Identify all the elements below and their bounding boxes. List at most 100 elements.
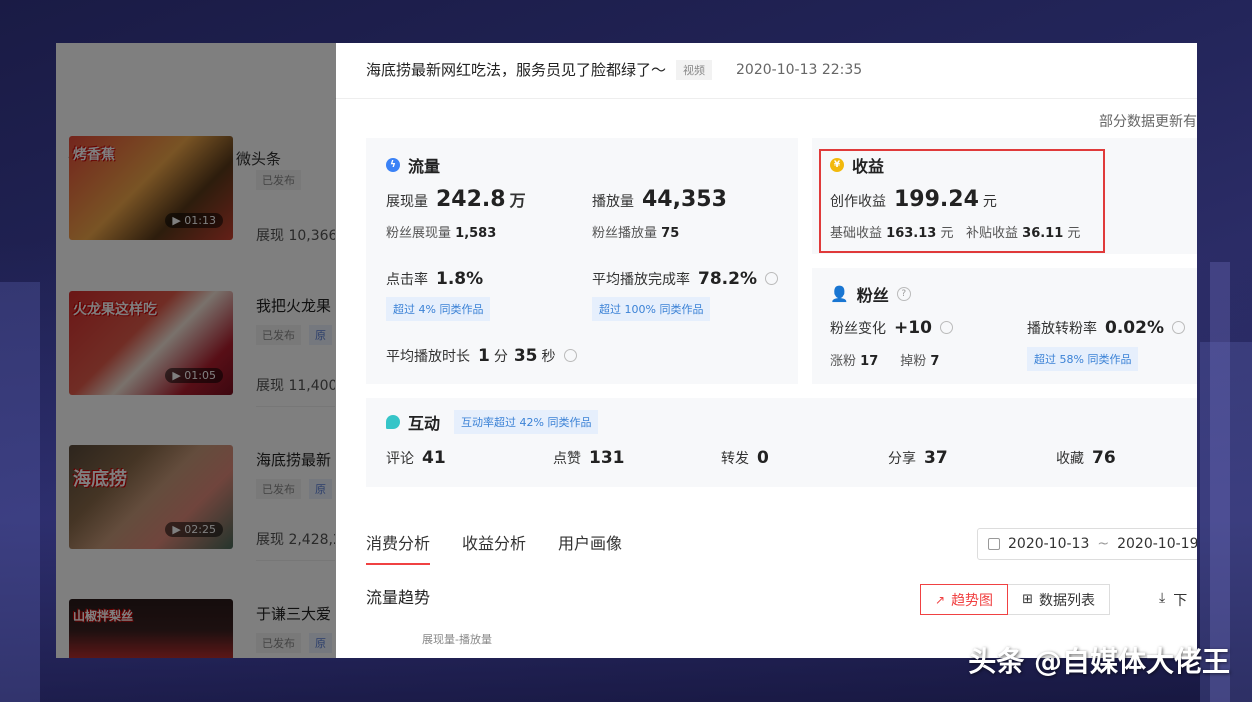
- completion-metric: 平均播放完成率 78.2%: [592, 269, 778, 289]
- reposts-label: 转发: [721, 451, 749, 467]
- completion-label: 平均播放完成率: [592, 272, 690, 288]
- impressions-unit: 万: [509, 191, 526, 210]
- video-thumbnail[interactable]: 海底捞 ▶ 02:25: [69, 445, 233, 549]
- row-impressions: 展现 2,428,2: [256, 532, 336, 548]
- revenue-highlight-box: [819, 149, 1105, 253]
- video-thumbnail[interactable]: 山椒拌梨丝: [69, 599, 233, 658]
- fan-loss-label: 掉粉: [900, 354, 927, 369]
- history-icon[interactable]: [1171, 321, 1185, 334]
- download-icon: ⤓: [1159, 590, 1166, 606]
- fan-plays: 粉丝播放量 75: [592, 222, 679, 241]
- avg-duration-minutes: 1: [478, 346, 490, 366]
- row-tags: 已发布 原: [256, 479, 332, 499]
- date-separator: ~: [1097, 536, 1110, 552]
- video-thumbnail[interactable]: 烤香蕉 ▶ 01:13: [69, 136, 233, 240]
- fan-change-value: +10: [894, 318, 932, 338]
- interaction-comparison-pill: 互动率超过 42% 同类作品: [454, 410, 599, 434]
- interaction-title-text: 互动: [408, 414, 441, 433]
- content-type-badge: 视频: [676, 59, 713, 80]
- tab-consumption-analysis[interactable]: 消费分析: [366, 530, 431, 565]
- tab-user-profile[interactable]: 用户画像: [558, 530, 622, 554]
- row-title[interactable]: 海底捞最新: [256, 449, 331, 470]
- download-button[interactable]: ⤓ 下: [1159, 590, 1187, 610]
- traffic-title-text: 流量: [408, 157, 441, 176]
- status-badge: 已发布: [256, 170, 301, 190]
- traffic-title: ϟ 流量: [386, 153, 440, 177]
- row-tags: 已发布: [256, 170, 301, 190]
- fan-plays-value: 75: [661, 226, 680, 241]
- list-item[interactable]: 山椒拌梨丝 于谦三大爱 已发布 原: [69, 599, 336, 658]
- avg-duration-seconds: 35: [513, 346, 538, 366]
- video-duration: ▶ 01:05: [165, 368, 223, 383]
- list-item[interactable]: 火龙果这样吃 ▶ 01:05 我把火龙果 已发布 原 展现 11,400: [69, 291, 336, 407]
- row-title[interactable]: 于谦三大爱: [256, 603, 331, 624]
- header-divider: [335, 98, 1197, 99]
- status-badge: 已发布: [256, 325, 301, 345]
- history-icon[interactable]: [939, 321, 953, 334]
- thumbnail-caption: 火龙果这样吃: [73, 302, 157, 318]
- help-icon[interactable]: ?: [896, 287, 911, 301]
- ctr-value: 1.8%: [436, 269, 484, 289]
- fan-gain-value: 17: [860, 354, 879, 369]
- fan-impressions-value: 1,583: [455, 226, 497, 241]
- seconds-unit: 秒: [541, 349, 556, 365]
- row-impressions: 展现 10,366: [256, 228, 336, 244]
- list-item[interactable]: 烤香蕉 ▶ 01:13 已发布 展现 10,366: [69, 136, 336, 244]
- analysis-tabs: 消费分析 收益分析 用户画像: [366, 530, 622, 565]
- favorites-value: 76: [1092, 448, 1116, 468]
- ctr-metric: 点击率 1.8%: [386, 269, 483, 289]
- list-item[interactable]: 海底捞 ▶ 02:25 海底捞最新 已发布 原 展现 2,428,2: [69, 445, 336, 561]
- fans-title: 👤 粉丝 ?: [830, 282, 911, 306]
- likes-metric: 点赞 131: [553, 448, 625, 468]
- avg-duration-metric: 平均播放时长 1 分 35 秒: [386, 346, 577, 366]
- grid-icon: ⊞: [1022, 592, 1033, 607]
- fan-gain-label: 涨粉: [830, 354, 857, 369]
- video-duration: ▶ 01:13: [165, 213, 223, 228]
- comments-value: 41: [422, 448, 446, 468]
- fan-gain-loss: 涨粉 17 掉粉 7: [830, 350, 939, 369]
- chat-bubble-icon: [386, 415, 400, 429]
- divider: [256, 406, 336, 407]
- completion-comparison-pill: 超过 100% 同类作品: [592, 297, 711, 321]
- impressions-value: 242.8: [436, 187, 506, 212]
- watermark: 头条 @自媒体大佬王: [968, 645, 1230, 678]
- interaction-card: 互动 互动率超过 42% 同类作品 评论 41 点赞 131 转发 0 分享 3…: [366, 398, 1197, 487]
- history-icon[interactable]: [764, 272, 778, 285]
- video-title: 海底捞最新网红吃法，服务员见了脸都绿了～: [366, 61, 667, 79]
- data-list-button[interactable]: ⊞ 数据列表: [1008, 584, 1110, 615]
- shares-label: 分享: [888, 451, 916, 467]
- calendar-icon: [988, 538, 1000, 550]
- date-start: 2020-10-13: [1008, 536, 1090, 552]
- publish-time: 2020-10-13 22:35: [736, 61, 863, 78]
- line-chart-icon: ↗: [935, 592, 946, 607]
- data-list-label: 数据列表: [1038, 592, 1095, 609]
- play-to-fan-comparison-pill: 超过 58% 同类作品: [1027, 347, 1139, 371]
- video-thumbnail[interactable]: 火龙果这样吃 ▶ 01:05: [69, 291, 233, 395]
- fan-impressions-label: 粉丝展现量: [386, 226, 452, 241]
- original-badge: 原: [309, 633, 332, 653]
- row-tags: 已发布 原: [256, 325, 332, 345]
- person-icon: 👤: [830, 285, 849, 303]
- tab-revenue-analysis[interactable]: 收益分析: [462, 530, 526, 554]
- reposts-value: 0: [757, 448, 769, 468]
- trend-chart-button[interactable]: ↗ 趋势图: [920, 584, 1009, 615]
- play-to-fan-metric: 播放转粉率 0.02%: [1027, 318, 1185, 338]
- fans-title-text: 粉丝: [856, 286, 889, 305]
- ctr-label: 点击率: [386, 272, 428, 288]
- history-icon[interactable]: [563, 349, 577, 362]
- shares-metric: 分享 37: [888, 448, 948, 468]
- video-detail-panel: 海底捞最新网红吃法，服务员见了脸都绿了～ 视频 2020-10-13 22:35…: [335, 43, 1197, 658]
- row-title[interactable]: 我把火龙果: [256, 295, 331, 316]
- likes-value: 131: [589, 448, 625, 468]
- date-range-picker[interactable]: 2020-10-13 ~ 2020-10-19: [977, 528, 1197, 560]
- play-to-fan-value: 0.02%: [1105, 318, 1164, 338]
- trend-chart-label: 趋势图: [951, 592, 994, 609]
- favorites-label: 收藏: [1056, 451, 1084, 467]
- avg-duration-label: 平均播放时长: [386, 349, 470, 365]
- plays-label: 播放量: [592, 194, 634, 210]
- fans-card: 👤 粉丝 ? 粉丝变化 +10 涨粉 17 掉粉 7 播放转粉率 0.02% 超…: [812, 268, 1197, 384]
- ctr-comparison-pill: 超过 4% 同类作品: [386, 297, 491, 321]
- traffic-card: ϟ 流量 展现量 242.8 万 粉丝展现量 1,583 播放量 44,353 …: [366, 138, 798, 384]
- original-badge: 原: [309, 479, 332, 499]
- fan-loss-value: 7: [930, 354, 940, 369]
